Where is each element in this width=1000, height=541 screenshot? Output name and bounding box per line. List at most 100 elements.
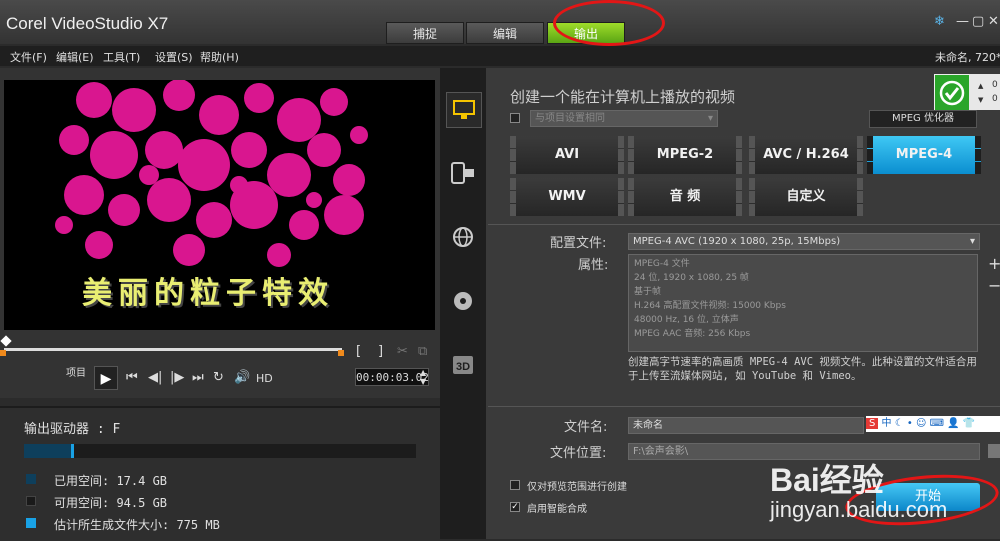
ime-user-icon: 👤 [947, 418, 960, 429]
up-arrow-icon: ▲ [978, 82, 984, 90]
upload-count: 0 [992, 80, 998, 90]
preview-range-checkbox[interactable] [510, 480, 520, 490]
ime-punct-icon: • [906, 418, 913, 429]
location-label: 文件位置: [550, 446, 607, 461]
menu-file[interactable]: 文件(F) [10, 49, 47, 65]
estimated-size-label: 估计所生成文件大小: 775 MB [54, 518, 220, 532]
minimize-icon[interactable]: — [956, 14, 969, 29]
properties-label: 属性: [578, 258, 609, 273]
baidu-watermark-logo: Bai经验 [770, 462, 884, 498]
menu-help[interactable]: 帮助(H) [200, 49, 239, 65]
format-wmv-button[interactable]: WMV [510, 178, 624, 216]
divider [488, 224, 1000, 225]
property-line: 48000 Hz, 16 位, 立体声 [634, 315, 739, 325]
free-space-label: 可用空间: 94.5 GB [54, 496, 168, 510]
play-button[interactable]: ▶ [94, 366, 118, 390]
ime-toolbar[interactable]: S 中 ☾ • ☺ ⌨ 👤 👕 [866, 416, 1000, 432]
remove-profile-icon[interactable]: − [988, 276, 1000, 295]
3d-category-button[interactable]: 3D [446, 348, 480, 382]
add-profile-icon[interactable]: + [988, 254, 1000, 273]
property-line: MPEG-4 文件 [634, 259, 690, 269]
timecode-stepper-icon[interactable]: ▲ ▼ [420, 368, 426, 386]
format-avc-button[interactable]: AVC / H.264 [749, 136, 863, 174]
menu-settings[interactable]: 设置(S) [155, 49, 193, 65]
go-to-start-icon[interactable]: ⏮ [126, 370, 138, 385]
web-category-button[interactable] [446, 220, 480, 254]
snowflake-icon[interactable]: ❄ [934, 14, 945, 29]
mark-out-button[interactable]: ] [378, 344, 383, 359]
download-count: 0 [992, 94, 998, 104]
chevron-down-icon: ▾ [969, 236, 975, 247]
ime-keyboard-icon: ⌨ [929, 418, 945, 429]
sogou-icon: S [866, 418, 879, 429]
preview-range-label: 仅对预览范围进行创建 [527, 482, 627, 493]
repeat-icon[interactable]: ↻ [213, 370, 224, 385]
trim-start-marker[interactable] [0, 350, 6, 356]
annotation-circle [553, 0, 665, 46]
project-mode-label[interactable]: 项目 [66, 364, 86, 379]
timecode-field[interactable]: 00:00:03.02 [355, 368, 429, 386]
folder-browse-icon[interactable] [988, 444, 1000, 458]
down-arrow-icon: ▼ [978, 96, 984, 104]
output-drive-label: 输出驱动器 : F [24, 422, 121, 437]
chevron-down-icon: ▾ [707, 113, 713, 124]
ime-chinese-icon: 中 [881, 418, 892, 429]
disc-category-button[interactable] [446, 284, 480, 318]
smart-render-checkbox[interactable]: ✓ [510, 502, 520, 512]
timecode-value: 00:00:03.02 [356, 371, 429, 384]
ime-shirt-icon: 👕 [962, 418, 976, 429]
profile-description: 创建高字节速率的高画质 MPEG-4 AVC 视频文件。此种设置的文件适合用于上… [628, 356, 977, 382]
format-mpeg2-button[interactable]: MPEG-2 [628, 136, 742, 174]
output-heading: 创建一个能在计算机上播放的视频 [510, 88, 736, 106]
hd-toggle[interactable]: HD [256, 372, 273, 385]
device-category-button[interactable] [446, 156, 480, 190]
mark-in-button[interactable]: [ [356, 344, 361, 359]
drive-usage-bar [24, 444, 416, 458]
scrubber-bar[interactable] [4, 348, 342, 351]
filename-input[interactable]: 未命名 [628, 417, 864, 434]
same-as-project-select[interactable]: 与项目设置相同 ▾ [530, 110, 718, 127]
used-space-label: 已用空间: 17.4 GB [54, 474, 168, 488]
profile-value: MPEG-4 AVC (1920 x 1080, 25p, 15Mbps) [633, 236, 841, 247]
restore-icon[interactable]: ▢ [972, 14, 984, 29]
menu-edit[interactable]: 编辑(E) [56, 49, 94, 65]
property-line: H.264 高配置文件视频: 15000 Kbps [634, 301, 786, 311]
format-audio-button[interactable]: 音 频 [628, 178, 742, 216]
render-status-badge [934, 74, 970, 112]
trim-end-marker[interactable] [338, 350, 344, 356]
close-icon[interactable]: ✕ [988, 14, 999, 29]
project-info: 未命名, 720*48 [935, 51, 1000, 64]
app-title: Corel VideoStudio X7 [6, 14, 169, 33]
ime-smile-icon: ☺ [915, 418, 927, 429]
3d-icon: 3D [453, 356, 473, 374]
format-avi-button[interactable]: AVI [510, 136, 624, 174]
divider [488, 406, 1000, 407]
format-custom-button[interactable]: 自定义 [749, 178, 863, 216]
computer-category-button[interactable] [446, 92, 482, 128]
tab-capture[interactable]: 捕捉 [386, 22, 464, 44]
check-circle-icon [939, 80, 965, 106]
profile-select[interactable]: MPEG-4 AVC (1920 x 1080, 25p, 15Mbps) ▾ [628, 233, 980, 250]
estimated-size-marker [71, 444, 75, 458]
same-as-project-label: 与项目设置相同 [535, 113, 605, 124]
used-space-swatch [26, 474, 36, 484]
globe-icon [453, 227, 473, 247]
tab-edit[interactable]: 编辑 [466, 22, 544, 44]
property-line: 基于帧 [634, 287, 662, 297]
smart-render-label: 启用智能合成 [527, 504, 587, 515]
go-to-end-icon[interactable]: ⏭ [192, 370, 204, 385]
menu-tools[interactable]: 工具(T) [103, 49, 140, 65]
property-line: MPEG AAC 音频: 256 Kbps [634, 329, 751, 339]
filename-label: 文件名: [564, 420, 608, 435]
properties-box: MPEG-4 文件 24 位, 1920 x 1080, 25 帧 基于帧 H.… [628, 254, 978, 352]
next-frame-icon[interactable]: |▶ [170, 370, 184, 385]
scissors-icon[interactable]: ✂ [397, 344, 408, 359]
format-mpeg4-button[interactable]: MPEG-4 [867, 136, 981, 174]
same-as-project-checkbox[interactable] [510, 113, 520, 123]
mpeg-optimizer-button[interactable]: MPEG 优化器 [869, 110, 977, 128]
video-caption: 美丽的粒子特效 [82, 276, 334, 311]
previous-frame-icon[interactable]: ◀| [148, 370, 162, 385]
svg-text:3D: 3D [456, 361, 470, 373]
copy-icon[interactable]: ⧉ [418, 344, 427, 359]
volume-icon[interactable]: 🔊 [234, 370, 250, 385]
